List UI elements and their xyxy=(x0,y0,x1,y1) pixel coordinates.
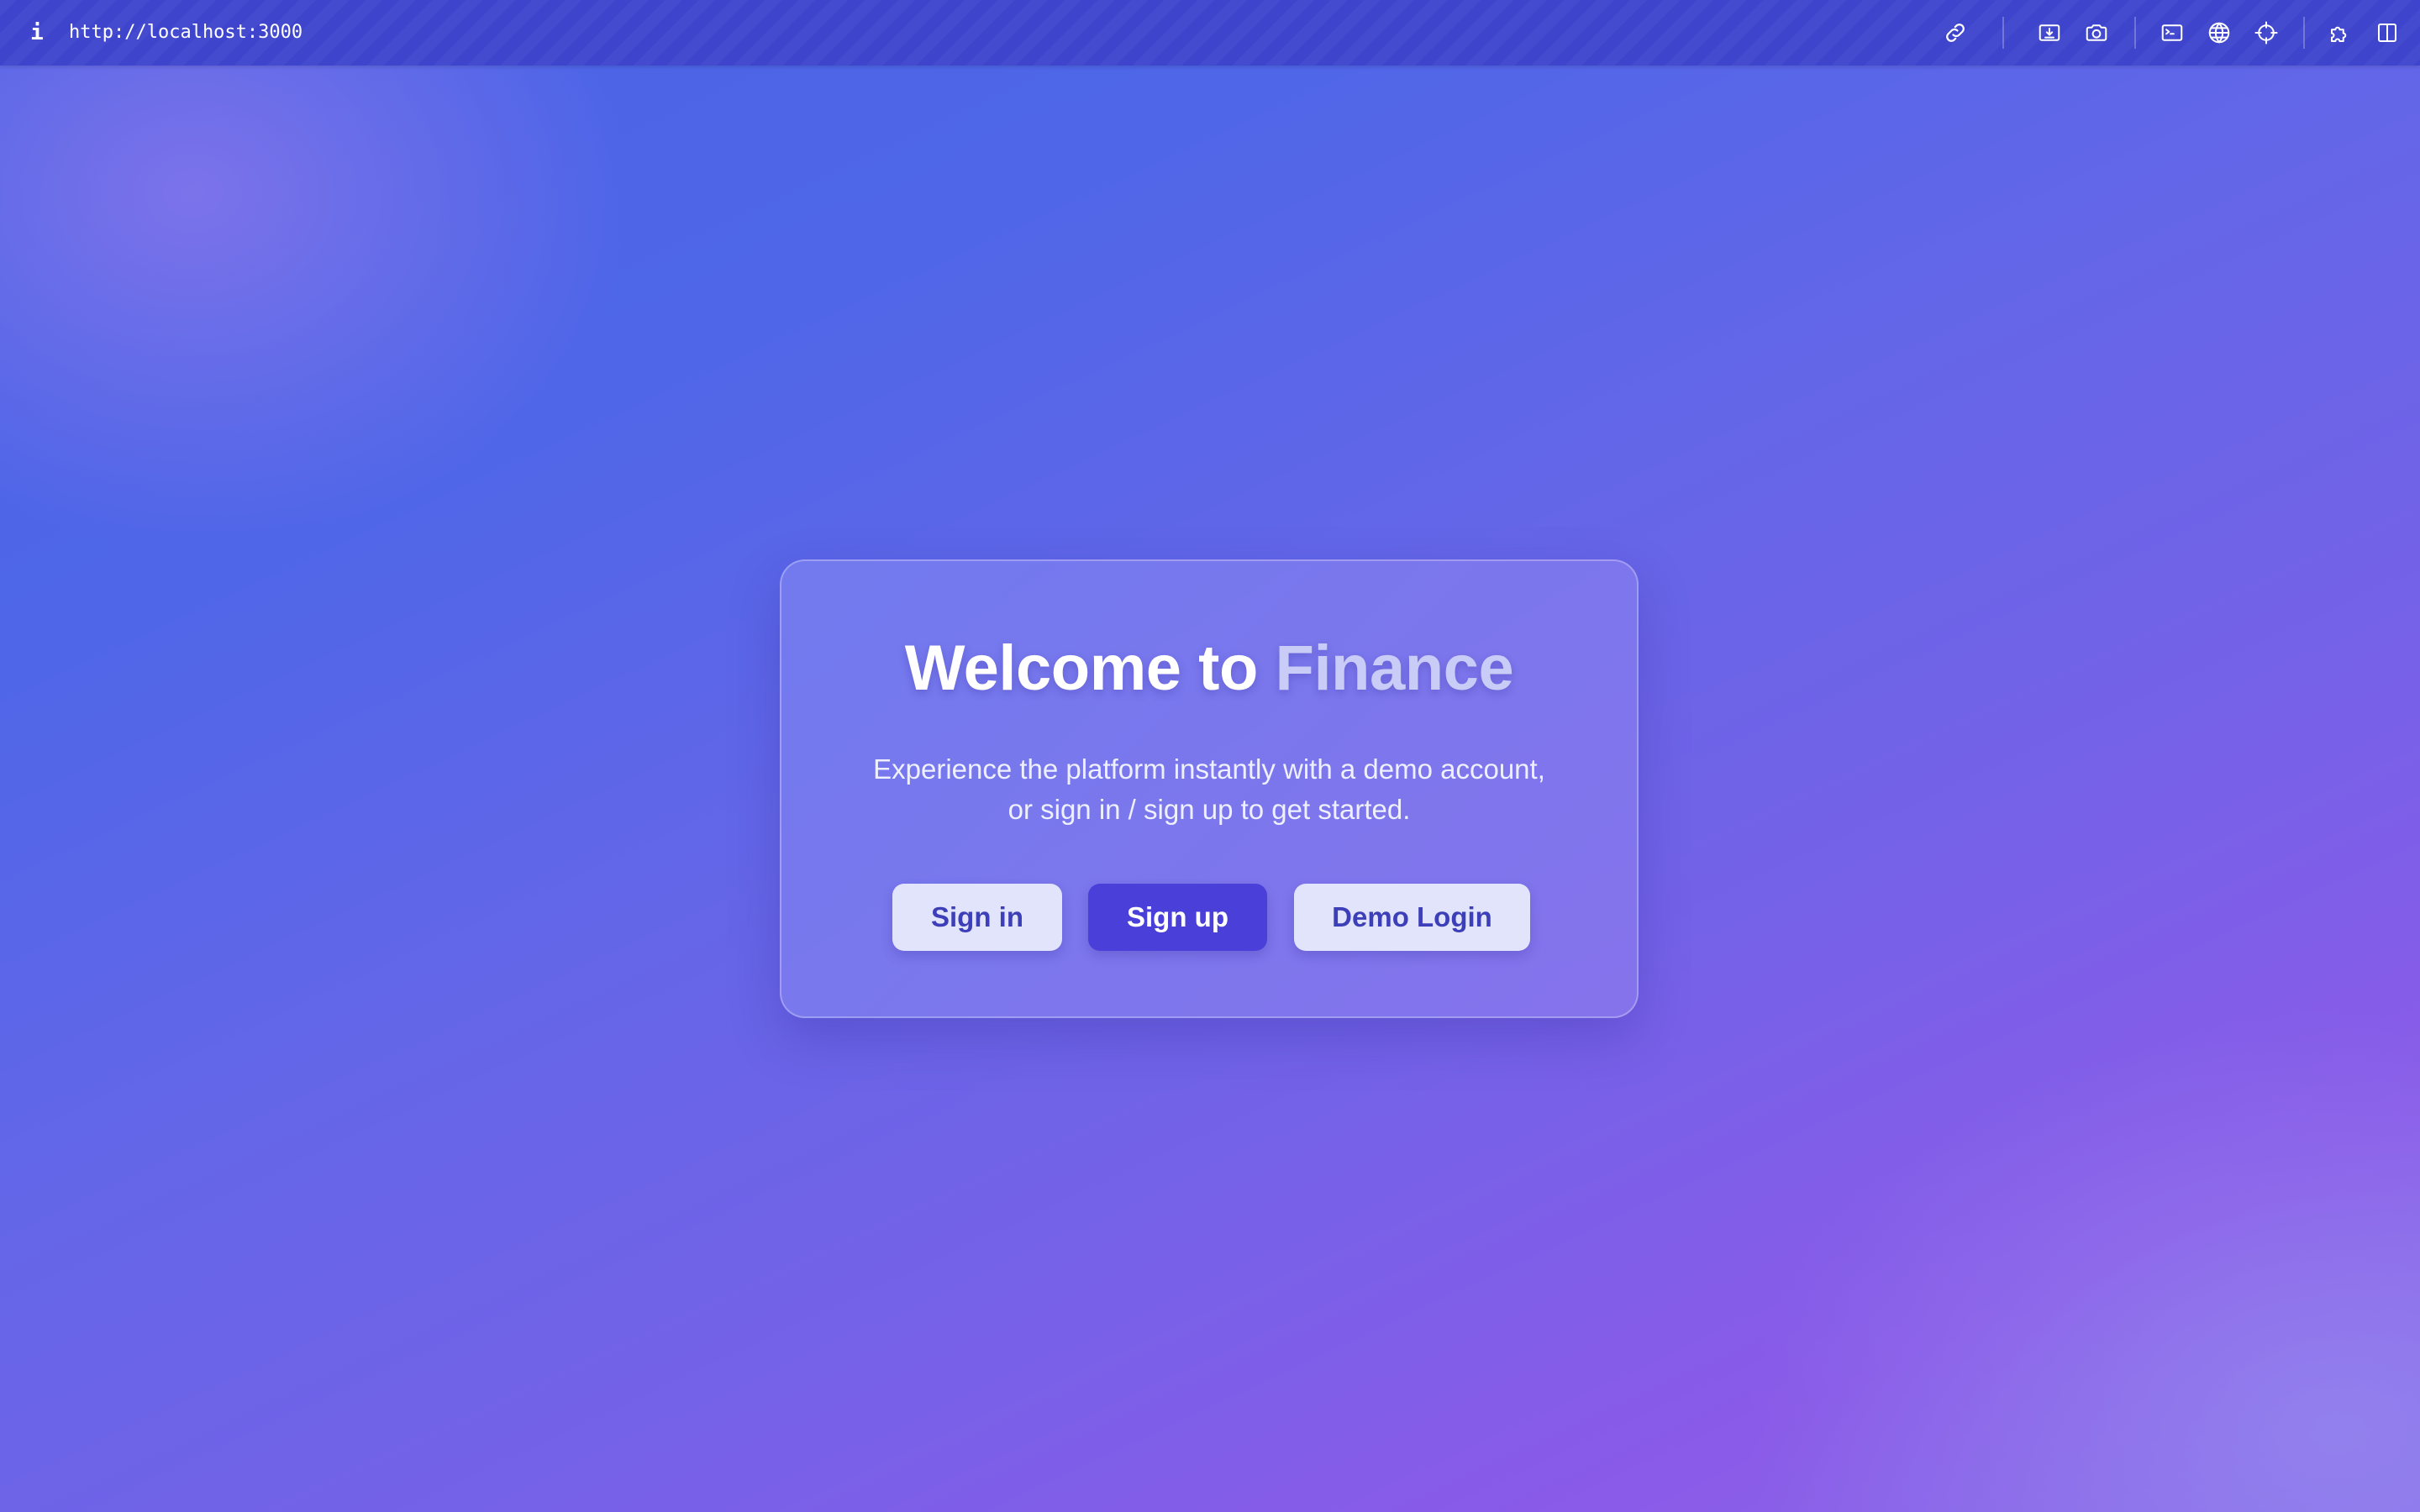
globe-icon[interactable] xyxy=(2205,18,2233,47)
sign-up-button[interactable]: Sign up xyxy=(1088,884,1267,951)
browser-top-bar: i http://localhost:3000 xyxy=(0,0,2420,66)
demo-login-button[interactable]: Demo Login xyxy=(1294,884,1530,951)
toolbar-divider xyxy=(2134,17,2136,49)
terminal-icon[interactable] xyxy=(2158,18,2186,47)
link-icon[interactable] xyxy=(1941,18,1970,47)
brand-name: Finance xyxy=(1275,633,1514,704)
toolbar-divider xyxy=(2002,17,2004,49)
sign-in-button[interactable]: Sign in xyxy=(892,884,1062,951)
welcome-card: Welcome to Finance Experience the platfo… xyxy=(780,559,1639,1018)
toolbar-divider xyxy=(2303,17,2305,49)
image-download-icon[interactable] xyxy=(2035,18,2064,47)
extension-icon[interactable] xyxy=(2326,18,2354,47)
description-line-1: Experience the platform instantly with a… xyxy=(873,753,1545,785)
camera-icon[interactable] xyxy=(2082,18,2111,47)
crosshair-icon[interactable] xyxy=(2252,18,2281,47)
page-title: Welcome to Finance xyxy=(781,628,1637,709)
welcome-description: Experience the platform instantly with a… xyxy=(781,749,1637,830)
url-address[interactable]: http://localhost:3000 xyxy=(69,18,302,47)
info-icon[interactable]: i xyxy=(29,18,45,47)
description-line-2: or sign in / sign up to get started. xyxy=(1007,794,1411,825)
title-prefix: Welcome to xyxy=(904,633,1276,704)
split-view-icon[interactable] xyxy=(2373,18,2402,47)
